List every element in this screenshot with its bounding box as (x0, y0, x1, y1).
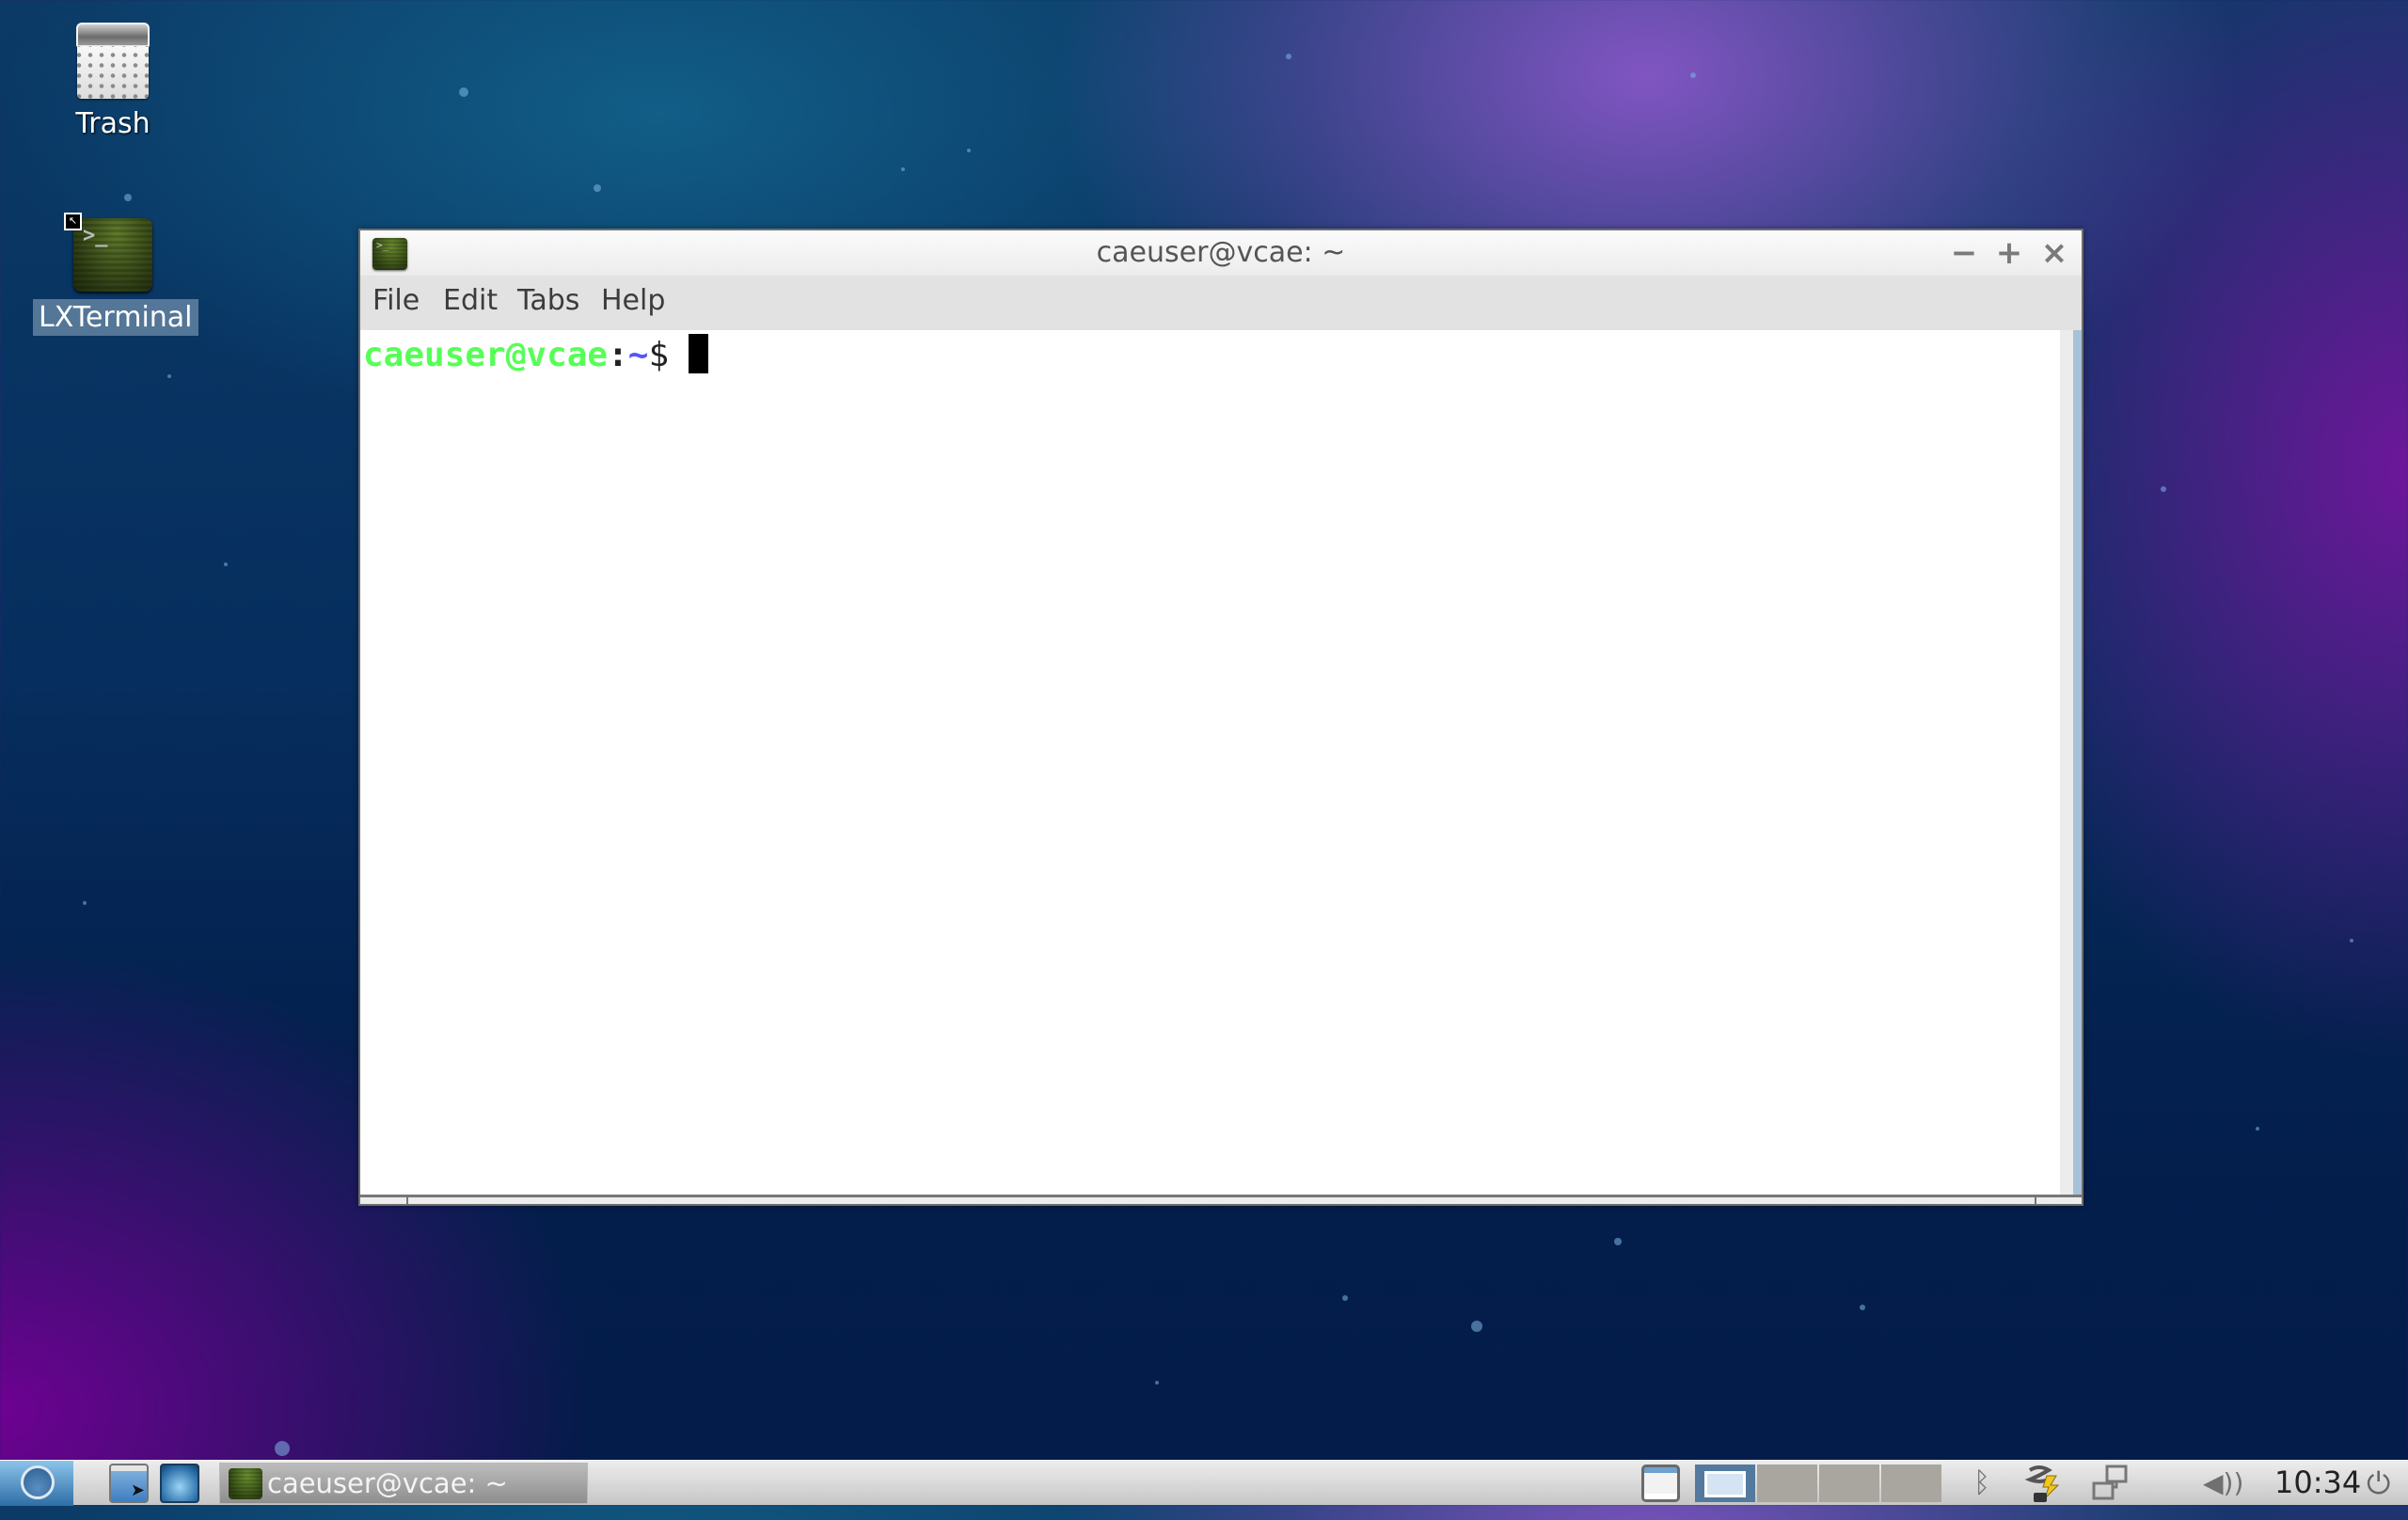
web-browser-launcher[interactable] (160, 1464, 199, 1503)
desktop-icon-lxterminal[interactable]: ↖ >_ LXTerminal (33, 213, 198, 336)
volume-icon[interactable]: ◀)) (2203, 1461, 2243, 1506)
pager-desktop-2[interactable] (1757, 1465, 1817, 1502)
minimize-button[interactable]: − (1945, 234, 1983, 272)
shell-prompt: caeuser@vcae:~$ (363, 334, 709, 376)
menu-tabs[interactable]: Tabs (517, 284, 579, 317)
terminal-icon (229, 1468, 262, 1499)
menu-bar: File Edit Tabs Help (360, 276, 2082, 330)
bluetooth-icon[interactable]: ᛒ (1973, 1461, 1990, 1506)
close-button[interactable]: × (2036, 234, 2073, 272)
desktop-icon-label: LXTerminal (33, 299, 198, 336)
menu-file[interactable]: File (372, 284, 420, 317)
trash-icon (76, 23, 150, 100)
prompt-user-host: caeuser@vcae (363, 336, 609, 374)
window-statusbar (360, 1195, 2082, 1204)
prompt-dollar: $ (648, 336, 670, 374)
pager-desktop-1[interactable] (1695, 1465, 1755, 1502)
lxde-logo-icon (21, 1465, 55, 1499)
network-icon[interactable] (2090, 1461, 2131, 1506)
prompt-colon: : (608, 336, 628, 374)
window-titlebar[interactable]: >_ caeuser@vcae: ~ − + × (360, 230, 2082, 276)
scrollbar-thumb[interactable] (2073, 330, 2082, 1199)
pager-desktop-4[interactable] (1881, 1465, 1941, 1502)
text-cursor (689, 334, 709, 373)
power-button-icon[interactable]: ⏻ (2367, 1461, 2390, 1506)
scrollbar-track[interactable] (2060, 330, 2073, 1199)
prompt-path: ~ (627, 336, 649, 374)
taskbar: ➤ caeuser@vcae: ~ ᛒ ◀)) 10:34 ⏻ (0, 1460, 2408, 1506)
desktop-pager (1695, 1465, 1941, 1502)
pager-desktop-3[interactable] (1819, 1465, 1879, 1502)
clock[interactable]: 10:34 (2274, 1461, 2361, 1506)
desktop-icon-label: Trash (75, 107, 150, 140)
show-desktop-button[interactable] (1641, 1465, 1680, 1502)
menu-edit[interactable]: Edit (443, 284, 498, 317)
task-label: caeuser@vcae: ~ (267, 1467, 508, 1499)
shortcut-arrow-icon: ↖ (64, 213, 82, 230)
window-title: caeuser@vcae: ~ (1096, 236, 1346, 269)
terminal-window: >_ caeuser@vcae: ~ − + × File Edit Tabs … (358, 229, 2083, 1206)
file-manager-launcher[interactable]: ➤ (109, 1464, 149, 1503)
terminal-icon: ↖ >_ (64, 213, 152, 292)
menu-help[interactable]: Help (601, 284, 665, 317)
power-manager-icon[interactable] (2024, 1461, 2066, 1506)
maximize-button[interactable]: + (1990, 234, 2028, 272)
cursor-arrow-icon: ➤ (130, 1480, 145, 1500)
terminal-output[interactable]: caeuser@vcae:~$ (360, 330, 2060, 1199)
start-menu-button[interactable] (0, 1461, 73, 1506)
taskbar-task-terminal[interactable]: caeuser@vcae: ~ (219, 1463, 588, 1504)
desktop-icon-trash[interactable]: Trash (33, 23, 193, 142)
